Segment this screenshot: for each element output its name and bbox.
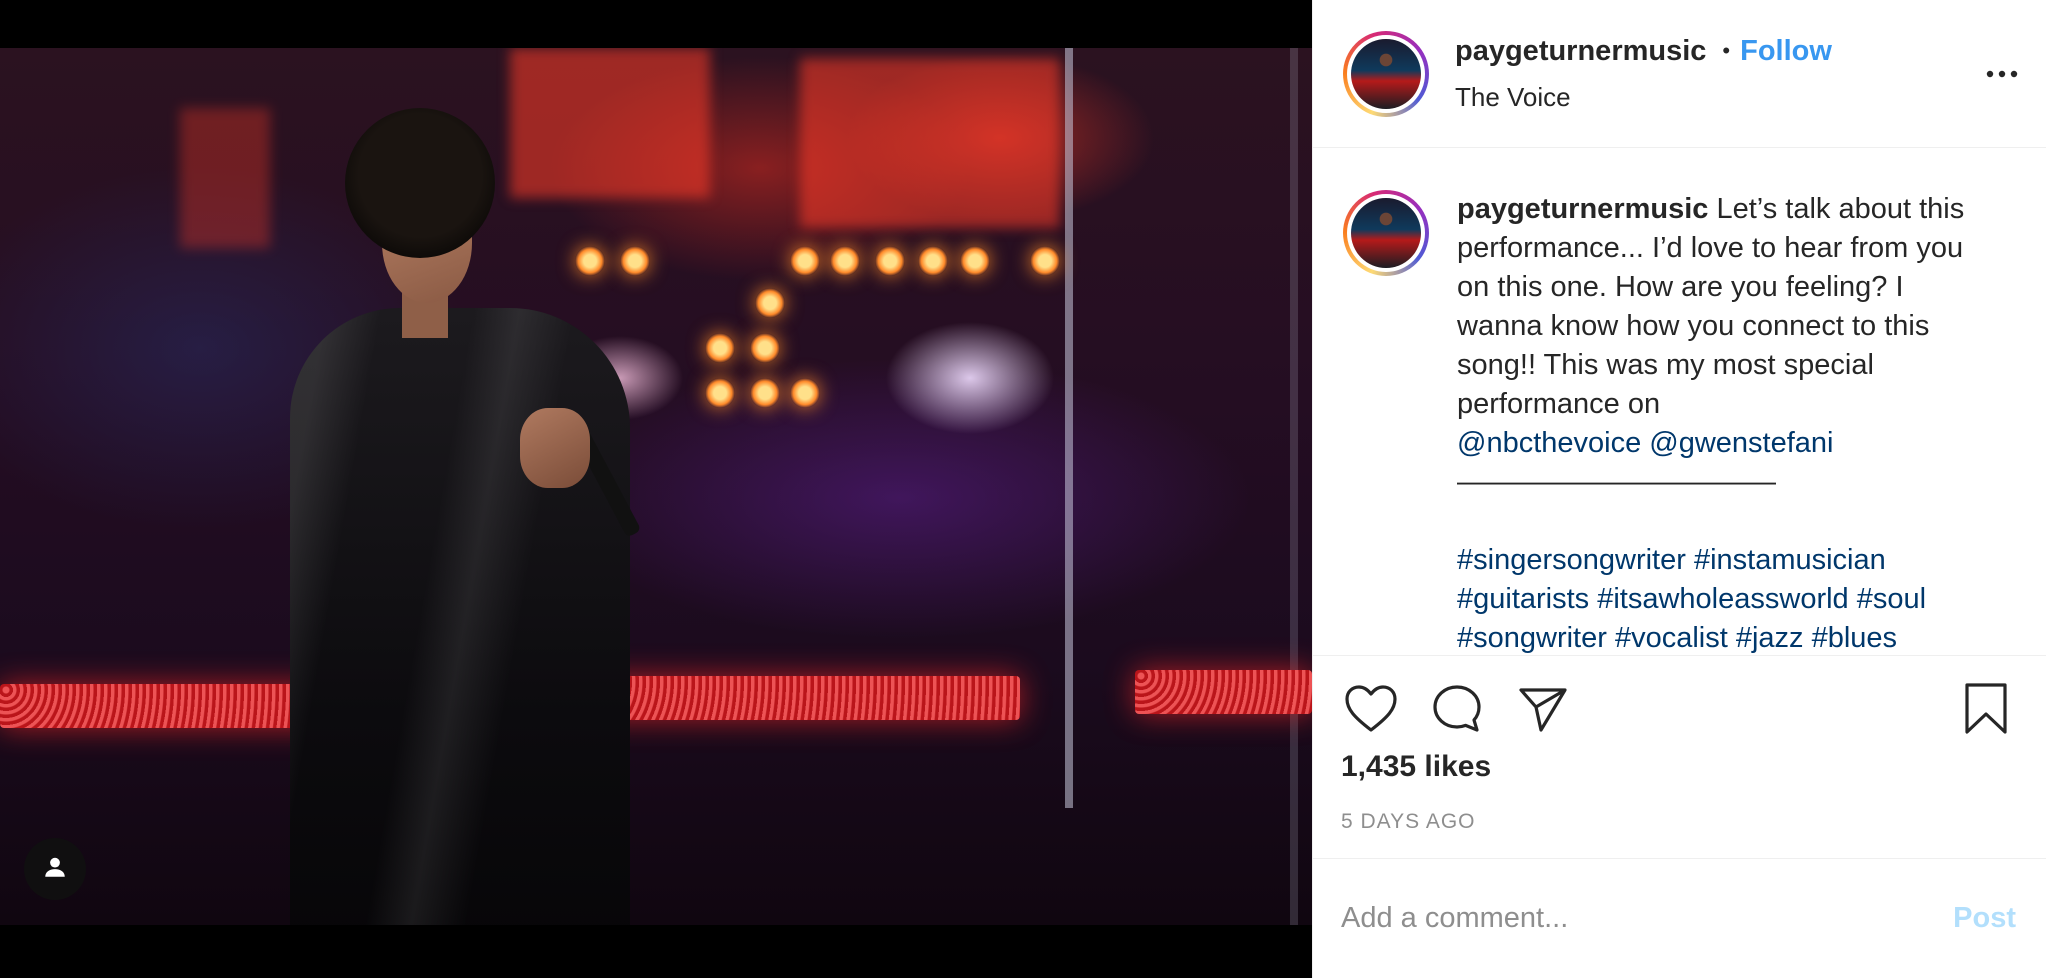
like-button[interactable] (1341, 681, 1401, 741)
caption-text: paygeturnermusic Let’s talk about this p… (1457, 190, 1997, 655)
heart-icon (1344, 684, 1398, 739)
bookmark-icon (1963, 682, 2009, 741)
comment-button[interactable] (1427, 681, 1487, 741)
user-tag-button[interactable] (24, 838, 86, 900)
mention-link[interactable]: @nbcthevoice (1457, 427, 1641, 459)
caption-divider: ——————————— (1457, 466, 1776, 498)
more-options-button[interactable] (1958, 54, 2018, 94)
caption-body: Let’s talk about this performance... I’d… (1457, 193, 1965, 420)
header-text: paygeturnermusic • Follow The Voice (1455, 35, 1958, 113)
caption-avatar[interactable] (1343, 190, 1429, 276)
caption: paygeturnermusic Let’s talk about this p… (1343, 190, 2006, 655)
add-comment-form: Post (1313, 858, 2046, 978)
hashtag-line[interactable]: #guitarists #itsawholeassworld #soul (1457, 580, 1997, 619)
save-button[interactable] (1956, 681, 2016, 741)
comments-section[interactable]: paygeturnermusic Let’s talk about this p… (1313, 148, 2046, 655)
post-side-panel: paygeturnermusic • Follow The Voice payg… (1312, 0, 2046, 978)
post-comment-button[interactable]: Post (1953, 902, 2016, 935)
avatar[interactable] (1343, 30, 1429, 117)
post-photo[interactable] (0, 48, 1312, 925)
mention-link[interactable]: @gwenstefani (1649, 427, 1833, 459)
hashtag-line[interactable]: #singersongwriter #instamusician (1457, 541, 1997, 580)
caption-username-link[interactable]: paygeturnermusic (1457, 193, 1708, 225)
post-media (0, 0, 1312, 978)
person-icon (42, 854, 68, 885)
separator-dot: • (1722, 38, 1731, 63)
paper-plane-icon (1517, 685, 1569, 738)
hashtag-line[interactable]: #songwriter #vocalist #jazz #blues (1457, 619, 1997, 655)
ellipsis-icon (1986, 65, 2018, 83)
location-link[interactable]: The Voice (1455, 82, 1958, 113)
hashtags: #singersongwriter #instamusician #guitar… (1457, 541, 1997, 655)
likes-count[interactable]: 1,435 likes (1341, 750, 2016, 784)
username-link[interactable]: paygeturnermusic (1455, 35, 1706, 68)
performer-figure (290, 108, 650, 925)
actions-area: 1,435 likes 5 DAYS AGO (1313, 655, 2046, 858)
follow-button[interactable]: Follow (1740, 35, 1832, 68)
comment-input[interactable] (1341, 902, 1954, 935)
post-timestamp[interactable]: 5 DAYS AGO (1341, 810, 2016, 858)
share-button[interactable] (1513, 681, 1573, 741)
instagram-post-view: paygeturnermusic • Follow The Voice payg… (0, 0, 2046, 978)
post-header: paygeturnermusic • Follow The Voice (1313, 0, 2046, 148)
comment-bubble-icon (1431, 683, 1483, 740)
